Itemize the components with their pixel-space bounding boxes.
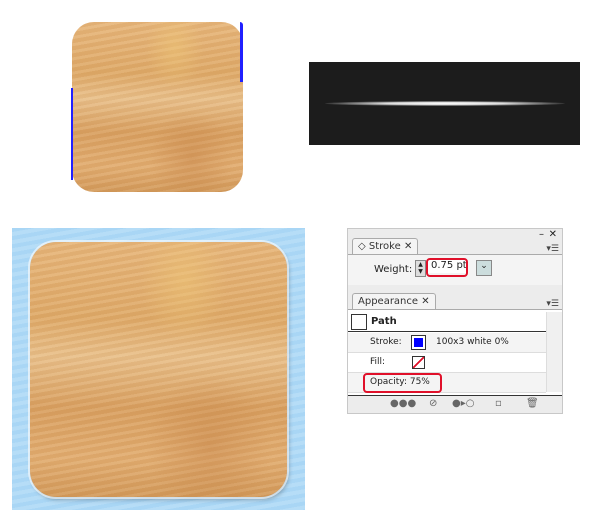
wood-square-large — [30, 242, 287, 497]
stepper-icon[interactable]: ▲ ▼ — [415, 260, 426, 277]
highlight-box — [426, 258, 468, 277]
stroke-row[interactable]: Stroke: 100x3 white 0% — [348, 333, 546, 353]
new-art-icon[interactable]: ●●● — [390, 398, 416, 409]
duplicate-icon[interactable]: ▫ — [495, 398, 502, 409]
dark-canvas — [309, 62, 580, 145]
clear-icon[interactable]: ⊘ — [429, 398, 437, 409]
reduce-basic-icon[interactable]: ●▸○ — [452, 398, 474, 409]
blue-path-edge — [71, 88, 73, 180]
close-icon[interactable]: ✕ — [421, 296, 429, 307]
panel-menu-icon[interactable]: ▾☰ — [546, 244, 559, 254]
wood-square-small — [72, 22, 243, 192]
glow-line — [325, 101, 565, 106]
tab-stroke[interactable]: ◇ Stroke ✕ — [352, 238, 419, 254]
scrollbar[interactable] — [546, 312, 562, 392]
fill-none-swatch[interactable] — [412, 356, 425, 369]
dropdown-icon[interactable]: ⌄ — [476, 260, 492, 276]
close-icon[interactable]: ✕ — [549, 229, 557, 240]
fill-row[interactable]: Fill: — [348, 353, 546, 373]
trash-icon[interactable]: 🗑 — [526, 398, 539, 409]
blue-background — [12, 228, 305, 510]
highlight-box — [363, 373, 442, 393]
tab-appearance[interactable]: Appearance ✕ — [352, 293, 436, 309]
path-row[interactable]: Path — [348, 312, 546, 332]
minimize-icon[interactable]: – — [539, 229, 544, 240]
close-icon[interactable]: ✕ — [404, 241, 412, 252]
panels: – ✕ ◇ Stroke ✕ ▾☰ Weight: ▲ ▼ 0.75 pt ⌄ A… — [347, 228, 563, 414]
stroke-swatch[interactable] — [411, 335, 426, 350]
blue-path-edge — [240, 22, 243, 82]
panel-menu-icon[interactable]: ▾☰ — [546, 299, 559, 309]
stepper-icon: ◇ — [358, 241, 369, 252]
